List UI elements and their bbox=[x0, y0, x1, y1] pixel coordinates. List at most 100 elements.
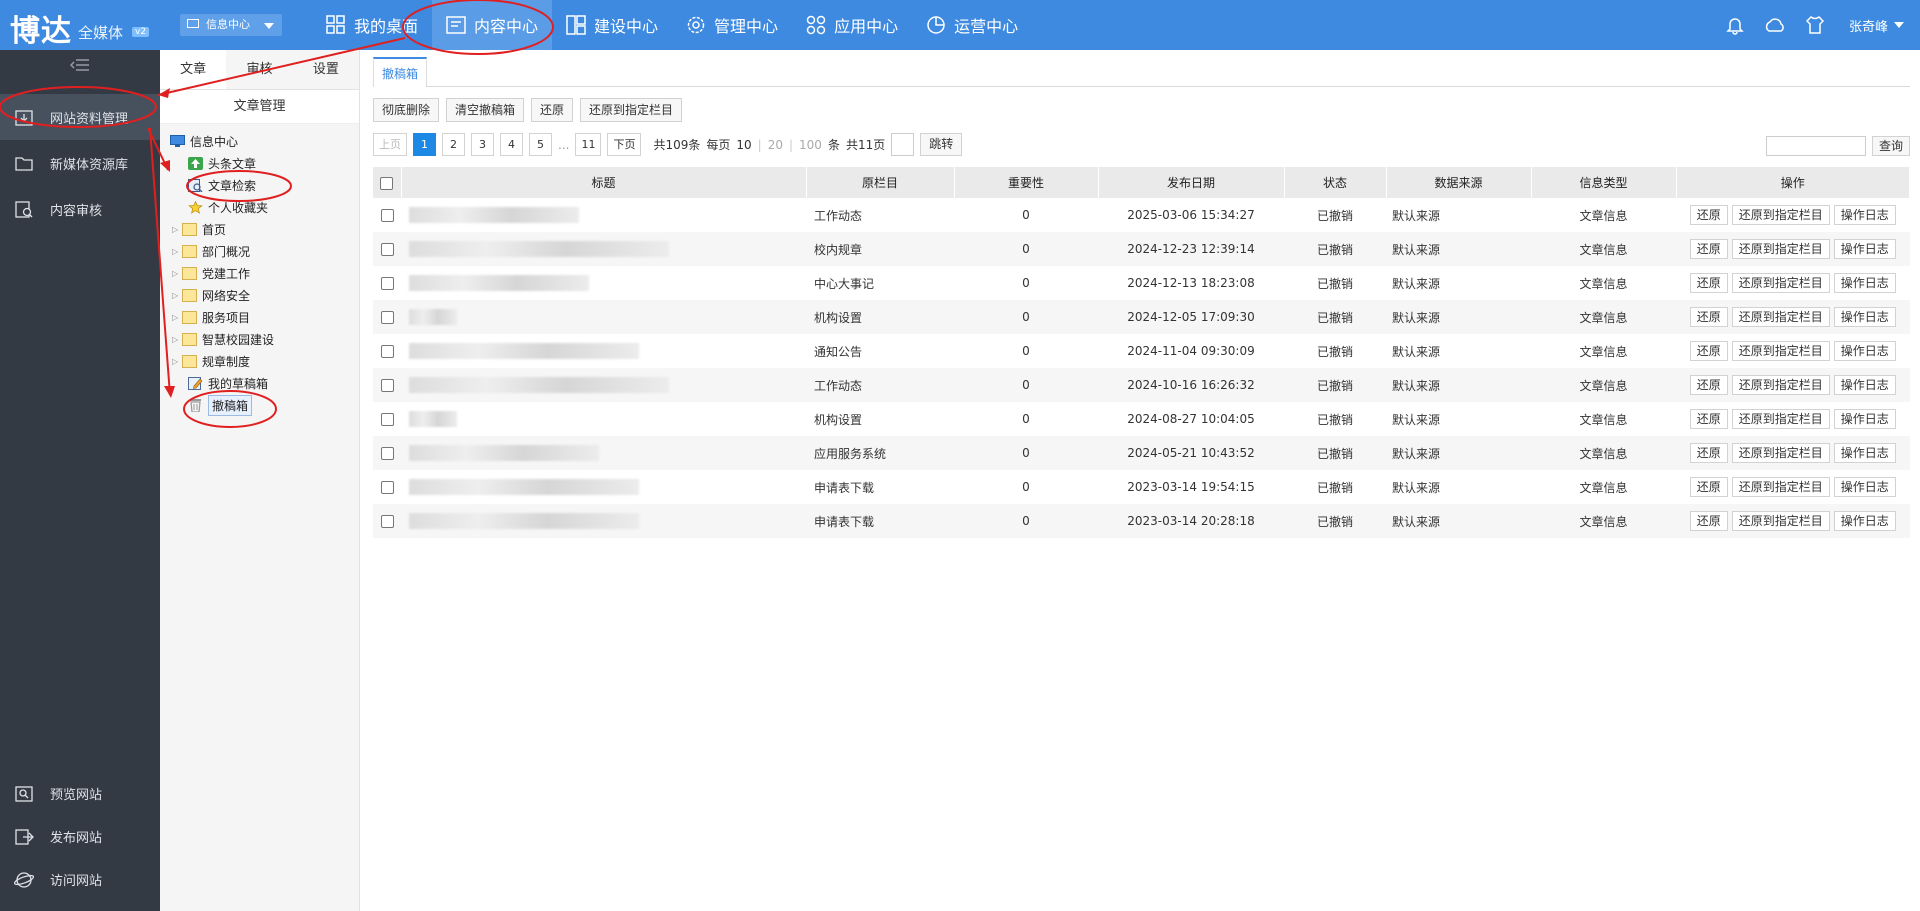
notification-button[interactable] bbox=[1715, 0, 1755, 50]
row-title-cell[interactable] bbox=[401, 368, 806, 402]
expand-arrow-icon[interactable]: ▷ bbox=[172, 247, 182, 256]
row-restore-button[interactable]: 还原 bbox=[1689, 443, 1728, 463]
theme-button[interactable] bbox=[1795, 0, 1835, 50]
tab-settings[interactable]: 设置 bbox=[293, 50, 359, 89]
tab-withdrawn-box[interactable]: 撤稿箱 bbox=[373, 57, 428, 87]
page-button[interactable]: 1 bbox=[413, 133, 436, 156]
tree-node-withdrawn-box[interactable]: 撤稿箱 bbox=[160, 394, 359, 416]
restore-button[interactable]: 还原 bbox=[531, 98, 574, 122]
row-restore-to-column-button[interactable]: 还原到指定栏目 bbox=[1731, 205, 1830, 225]
row-checkbox[interactable] bbox=[380, 209, 394, 222]
user-menu[interactable]: 张奇峰 bbox=[1835, 16, 1920, 35]
row-select-cell[interactable] bbox=[373, 504, 401, 538]
row-log-button[interactable]: 操作日志 bbox=[1833, 239, 1896, 259]
table-row[interactable]: 申请表下载 0 2023-03-14 19:54:15 已撤销 默认来源 文章信息 还原 还原… bbox=[373, 470, 1910, 504]
tree-node-network-security[interactable]: ▷ 网络安全 bbox=[160, 284, 359, 306]
row-restore-to-column-button[interactable]: 还原到指定栏目 bbox=[1731, 341, 1830, 361]
tree-node-regulations[interactable]: ▷ 规章制度 bbox=[160, 350, 359, 372]
expand-arrow-icon[interactable]: ▷ bbox=[172, 269, 182, 278]
table-row[interactable]: 申请表下载 0 2023-03-14 20:28:18 已撤销 默认来源 文章信息 还原 还原… bbox=[373, 504, 1910, 538]
table-row[interactable]: 工作动态 0 2024-10-16 16:26:32 已撤销 默认来源 文章信息 还原 还原到… bbox=[373, 368, 1910, 402]
tree-node-drafts[interactable]: 我的草稿箱 bbox=[160, 372, 359, 394]
site-select[interactable]: 信息中心 bbox=[180, 14, 282, 36]
expand-arrow-icon[interactable]: ▷ bbox=[172, 225, 182, 234]
row-restore-to-column-button[interactable]: 还原到指定栏目 bbox=[1731, 375, 1830, 395]
row-restore-to-column-button[interactable]: 还原到指定栏目 bbox=[1731, 511, 1830, 531]
col-type[interactable]: 信息类型 bbox=[1531, 167, 1677, 198]
row-restore-button[interactable]: 还原 bbox=[1689, 375, 1728, 395]
row-title-cell[interactable] bbox=[401, 266, 806, 300]
row-checkbox[interactable] bbox=[380, 311, 394, 324]
row-restore-button[interactable]: 还原 bbox=[1689, 511, 1728, 531]
tree-root[interactable]: 信息中心 bbox=[160, 130, 359, 152]
select-all-cell[interactable] bbox=[373, 167, 402, 198]
tree-node-article-search[interactable]: 文章检索 bbox=[160, 174, 359, 196]
row-log-button[interactable]: 操作日志 bbox=[1833, 443, 1896, 463]
table-row[interactable]: 通知公告 0 2024-11-04 09:30:09 已撤销 默认来源 文章信息 还原 还原到… bbox=[373, 334, 1910, 368]
page-button[interactable]: 11 bbox=[575, 133, 602, 156]
table-row[interactable]: 机构设置 0 2024-08-27 10:04:05 已撤销 默认来源 文章信息 还原 还原到… bbox=[373, 402, 1910, 436]
row-restore-to-column-button[interactable]: 还原到指定栏目 bbox=[1731, 477, 1830, 497]
search-input[interactable] bbox=[1765, 136, 1866, 156]
restore-to-column-button[interactable]: 还原到指定栏目 bbox=[580, 98, 683, 122]
row-select-cell[interactable] bbox=[373, 402, 401, 436]
row-title-cell[interactable] bbox=[401, 436, 806, 470]
row-title-cell[interactable] bbox=[401, 470, 806, 504]
row-restore-button[interactable]: 还原 bbox=[1689, 205, 1728, 225]
row-select-cell[interactable] bbox=[373, 300, 401, 334]
row-restore-to-column-button[interactable]: 还原到指定栏目 bbox=[1731, 443, 1830, 463]
row-restore-button[interactable]: 还原 bbox=[1689, 307, 1728, 327]
page-size-option[interactable]: 10 bbox=[736, 138, 751, 152]
sidebar-item-media-library[interactable]: 新媒体资源库 bbox=[0, 140, 160, 186]
row-restore-to-column-button[interactable]: 还原到指定栏目 bbox=[1731, 273, 1830, 293]
row-title-cell[interactable] bbox=[401, 334, 806, 368]
table-row[interactable]: 工作动态 0 2025-03-06 15:34:27 已撤销 默认来源 文章信息 还原 还原到… bbox=[373, 198, 1910, 232]
nav-manage-center[interactable]: 管理中心 bbox=[672, 0, 792, 50]
jump-page-input[interactable] bbox=[891, 133, 915, 156]
row-checkbox[interactable] bbox=[380, 447, 394, 460]
sidebar-item-preview-site[interactable]: 预览网站 bbox=[0, 772, 160, 815]
row-checkbox[interactable] bbox=[380, 345, 394, 358]
row-restore-button[interactable]: 还原 bbox=[1689, 409, 1728, 429]
expand-arrow-icon[interactable]: ▷ bbox=[172, 335, 182, 344]
page-size-option[interactable]: 20 bbox=[768, 138, 783, 152]
row-restore-to-column-button[interactable]: 还原到指定栏目 bbox=[1731, 239, 1830, 259]
nav-app-center[interactable]: 应用中心 bbox=[792, 0, 912, 50]
nav-desktop[interactable]: 我的桌面 bbox=[312, 0, 432, 50]
row-restore-button[interactable]: 还原 bbox=[1689, 273, 1728, 293]
row-log-button[interactable]: 操作日志 bbox=[1833, 341, 1896, 361]
nav-build-center[interactable]: 建设中心 bbox=[552, 0, 672, 50]
expand-arrow-icon[interactable]: ▷ bbox=[172, 291, 182, 300]
empty-box-button[interactable]: 清空撤稿箱 bbox=[446, 98, 525, 122]
row-log-button[interactable]: 操作日志 bbox=[1833, 273, 1896, 293]
row-title-cell[interactable] bbox=[401, 300, 806, 334]
row-restore-to-column-button[interactable]: 还原到指定栏目 bbox=[1731, 307, 1830, 327]
col-column[interactable]: 原栏目 bbox=[806, 167, 955, 198]
tree-node-services[interactable]: ▷ 服务项目 bbox=[160, 306, 359, 328]
row-log-button[interactable]: 操作日志 bbox=[1833, 511, 1896, 531]
row-checkbox[interactable] bbox=[380, 413, 394, 426]
row-select-cell[interactable] bbox=[373, 334, 401, 368]
table-row[interactable]: 应用服务系统 0 2024-05-21 10:43:52 已撤销 默认来源 文章信息 还原还… bbox=[373, 436, 1910, 470]
tree-node-party-work[interactable]: ▷ 党建工作 bbox=[160, 262, 359, 284]
sidebar-item-site-data[interactable]: 网站资料管理 bbox=[0, 94, 160, 140]
col-title[interactable]: 标题 bbox=[401, 167, 807, 198]
next-page-button[interactable]: 下页 bbox=[607, 133, 642, 156]
page-button[interactable]: 5 bbox=[529, 133, 552, 156]
row-select-cell[interactable] bbox=[373, 368, 401, 402]
tree-node-smart-campus[interactable]: ▷ 智慧校园建设 bbox=[160, 328, 359, 350]
page-button[interactable]: 2 bbox=[442, 133, 465, 156]
tree-node-home[interactable]: ▷ 首页 bbox=[160, 218, 359, 240]
row-title-cell[interactable] bbox=[401, 198, 806, 232]
tree-node-favorites[interactable]: 个人收藏夹 bbox=[160, 196, 359, 218]
table-row[interactable]: 机构设置 0 2024-12-05 17:09:30 已撤销 默认来源 文章信息 还原 还原到… bbox=[373, 300, 1910, 334]
sidebar-collapse-button[interactable] bbox=[0, 50, 160, 80]
prev-page-button[interactable]: 上页 bbox=[373, 133, 407, 156]
row-select-cell[interactable] bbox=[373, 198, 401, 232]
expand-arrow-icon[interactable]: ▷ bbox=[172, 357, 182, 366]
row-checkbox[interactable] bbox=[380, 277, 394, 290]
nav-ops-center[interactable]: 运营中心 bbox=[912, 0, 1032, 50]
tab-article[interactable]: 文章 bbox=[160, 50, 227, 89]
table-row[interactable]: 中心大事记 0 2024-12-13 18:23:08 已撤销 默认来源 文章信息 还原 还原… bbox=[373, 266, 1910, 300]
row-log-button[interactable]: 操作日志 bbox=[1833, 375, 1896, 395]
